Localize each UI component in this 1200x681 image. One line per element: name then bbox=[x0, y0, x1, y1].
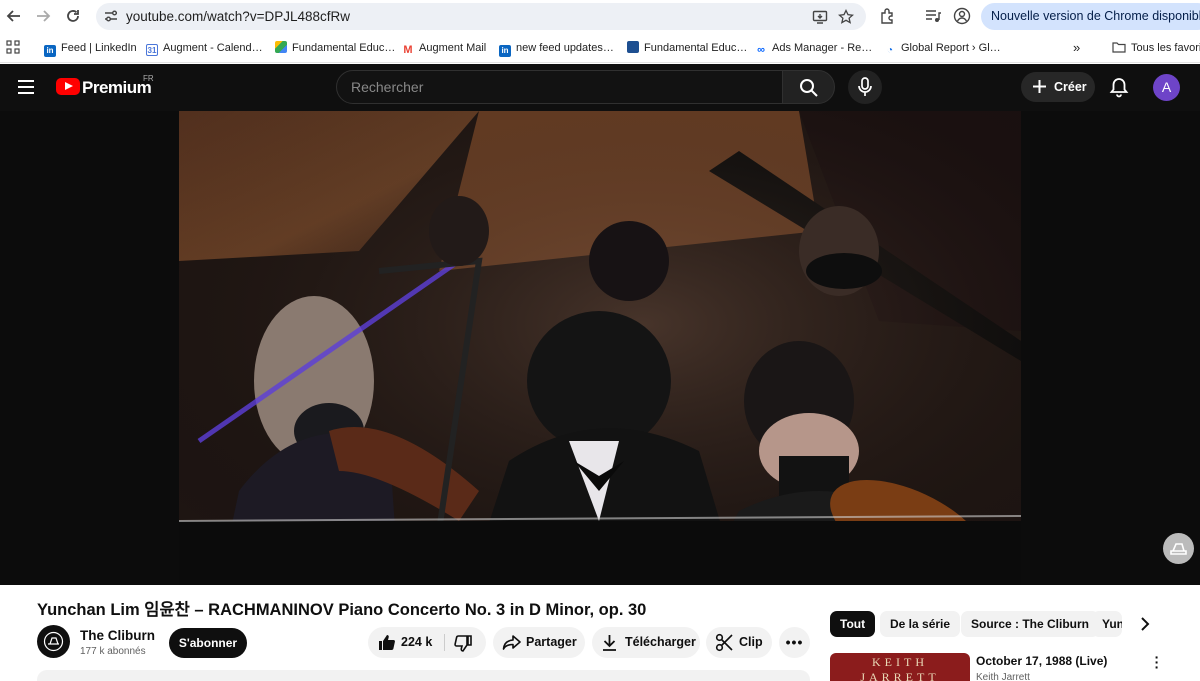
download-icon bbox=[603, 635, 616, 651]
more-bookmarks-chevron-icon[interactable]: » bbox=[1073, 40, 1080, 56]
more-actions-icon[interactable]: ••• bbox=[779, 627, 810, 658]
install-app-icon[interactable] bbox=[812, 9, 828, 25]
channel-watermark-icon[interactable] bbox=[1163, 533, 1194, 564]
recommendation-channel[interactable]: Keith Jarrett bbox=[976, 672, 1030, 681]
subscriber-count: 177 k abonnés bbox=[80, 646, 146, 657]
bookmark-augment-mail[interactable]: M Augment Mail bbox=[402, 40, 486, 56]
channel-avatar[interactable] bbox=[37, 625, 70, 658]
thumbs-down-icon bbox=[454, 635, 472, 652]
linkedin-icon: in bbox=[499, 45, 511, 57]
bookmark-star-icon[interactable] bbox=[838, 9, 854, 25]
linkedin-icon: in bbox=[44, 45, 56, 57]
drive-icon bbox=[275, 41, 287, 53]
bookmark-fundamental-educ[interactable]: Fundamental Educ… bbox=[275, 40, 395, 56]
search-input[interactable] bbox=[337, 71, 782, 103]
cliburn-logo-icon bbox=[43, 631, 64, 652]
download-button[interactable]: Télécharger bbox=[592, 627, 700, 658]
browser-toolbar: youtube.com/watch?v=DPJL488cfRw Nouvelle… bbox=[0, 0, 1200, 33]
bookmarks-bar: in Feed | LinkedIn 31 Augment - Calend… Fu… bbox=[0, 33, 1200, 63]
recommendation-title[interactable]: October 17, 1988 (Live) bbox=[976, 654, 1107, 668]
bookmark-fundamental-educ-2[interactable]: Fundamental Educ… bbox=[627, 40, 747, 56]
extensions-icon[interactable] bbox=[879, 7, 897, 25]
youtube-logo-icon[interactable] bbox=[56, 78, 80, 95]
gmail-icon: M bbox=[402, 44, 414, 56]
all-bookmarks-folder[interactable]: Tous les favoris bbox=[1112, 40, 1200, 56]
bookmark-global-report[interactable]: ◔ Global Report › Gl… bbox=[884, 40, 1001, 57]
concert-video-frame bbox=[179, 111, 1021, 585]
account-avatar[interactable]: A bbox=[1153, 74, 1180, 101]
share-button[interactable]: Partager bbox=[493, 627, 585, 658]
bookmark-linkedin-feed[interactable]: in Feed | LinkedIn bbox=[44, 40, 137, 57]
bookmark-augment-calendar[interactable]: 31 Augment - Calend… bbox=[146, 40, 263, 56]
channel-name[interactable]: The Cliburn bbox=[80, 628, 155, 643]
chrome-update-button[interactable]: Nouvelle version de Chrome disponible bbox=[981, 3, 1200, 30]
region-code: FR bbox=[143, 74, 154, 83]
doc-icon bbox=[627, 41, 639, 53]
bookmark-ads-manager[interactable]: ∞ Ads Manager - Re… bbox=[755, 40, 872, 56]
reload-icon[interactable] bbox=[63, 6, 83, 26]
voice-search-button[interactable] bbox=[848, 70, 882, 104]
share-arrow-icon bbox=[502, 635, 521, 650]
chip-from-series[interactable]: De la série bbox=[880, 611, 961, 637]
thumbnail-text: KEITH JARRETT bbox=[860, 655, 940, 681]
back-arrow-icon[interactable] bbox=[4, 6, 24, 26]
profile-icon[interactable] bbox=[953, 7, 971, 25]
youtube-premium-wordmark[interactable]: Premium bbox=[82, 78, 152, 98]
dislike-button[interactable] bbox=[445, 627, 486, 658]
thumbs-up-icon bbox=[379, 635, 395, 650]
search-icon bbox=[800, 79, 818, 97]
meta-icon: ∞ bbox=[755, 44, 767, 56]
analytics-icon: ◔ bbox=[884, 45, 896, 57]
search-button[interactable] bbox=[782, 70, 835, 104]
video-player[interactable] bbox=[179, 111, 1021, 585]
plus-icon bbox=[1033, 80, 1046, 93]
create-button[interactable]: Créer bbox=[1021, 72, 1095, 102]
apps-grid-icon[interactable] bbox=[6, 40, 20, 54]
chip-source-cliburn[interactable]: Source : The Cliburn bbox=[961, 611, 1100, 637]
address-bar[interactable]: youtube.com/watch?v=DPJL488cfRw bbox=[96, 3, 866, 30]
notifications-bell-icon[interactable] bbox=[1108, 76, 1130, 98]
video-title: Yunchan Lim 임윤찬 – RACHMANINOV Piano Conc… bbox=[37, 601, 647, 619]
subscribe-button[interactable]: S'abonner bbox=[169, 628, 247, 658]
media-controls-icon[interactable] bbox=[924, 7, 942, 25]
recommendation-menu-icon[interactable]: · · · bbox=[1150, 650, 1164, 674]
menu-hamburger-icon[interactable] bbox=[18, 80, 34, 94]
url-text: youtube.com/watch?v=DPJL488cfRw bbox=[126, 9, 350, 24]
chip-yunchan[interactable]: Yun bbox=[1092, 611, 1122, 637]
chip-all[interactable]: Tout bbox=[830, 611, 876, 637]
clip-button[interactable]: Clip bbox=[706, 627, 772, 658]
search-box[interactable] bbox=[336, 70, 783, 104]
like-dislike-group: 224 k bbox=[368, 627, 486, 658]
forward-arrow-icon[interactable] bbox=[33, 6, 53, 26]
description-box[interactable] bbox=[37, 670, 810, 681]
folder-icon bbox=[1112, 42, 1126, 53]
calendar-icon: 31 bbox=[146, 44, 158, 56]
site-settings-icon[interactable] bbox=[103, 8, 119, 24]
like-button[interactable]: 224 k bbox=[368, 627, 444, 658]
microphone-icon bbox=[858, 77, 872, 96]
bookmark-new-feed-updates[interactable]: in new feed updates… bbox=[499, 40, 614, 57]
recommendation-thumbnail[interactable]: KEITH JARRETT bbox=[830, 653, 970, 681]
scissors-icon bbox=[715, 633, 733, 652]
chevron-right-icon[interactable] bbox=[1136, 615, 1154, 633]
